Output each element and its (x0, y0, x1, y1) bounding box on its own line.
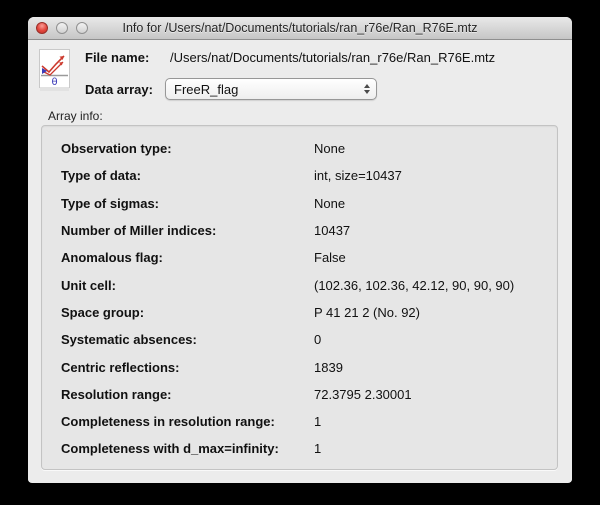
info-row-systematic-absences: Systematic absences: 0 (61, 326, 557, 353)
data-array-row: Data array: FreeR_flag (85, 77, 377, 101)
file-name-value: /Users/nat/Documents/tutorials/ran_r76e/… (170, 50, 495, 65)
mtz-file-icon: θ (38, 48, 71, 94)
info-label: Anomalous flag: (61, 250, 314, 265)
info-row-observation-type: Observation type: None (61, 135, 557, 162)
info-value: int, size=10437 (314, 168, 402, 183)
info-value: 10437 (314, 223, 350, 238)
info-label: Resolution range: (61, 387, 314, 402)
info-label: Observation type: (61, 141, 314, 156)
info-label: Systematic absences: (61, 332, 314, 347)
info-label: Type of sigmas: (61, 196, 314, 211)
info-label: Completeness with d_max=infinity: (61, 441, 314, 456)
info-label: Type of data: (61, 168, 314, 183)
info-row-type-of-sigmas: Type of sigmas: None (61, 190, 557, 217)
window-content: θ File name: /Users/nat/Documents/tutori… (28, 40, 572, 482)
info-row-space-group: Space group: P 41 21 2 (No. 92) (61, 299, 557, 326)
info-label: Number of Miller indices: (61, 223, 314, 238)
array-info-section-label: Array info: (48, 109, 103, 123)
file-name-label: File name: (85, 50, 170, 65)
data-array-label: Data array: (85, 82, 165, 97)
info-value: (102.36, 102.36, 42.12, 90, 90, 90) (314, 278, 514, 293)
info-row-anomalous-flag: Anomalous flag: False (61, 244, 557, 271)
info-value: 1839 (314, 360, 343, 375)
info-label: Centric reflections: (61, 360, 314, 375)
info-value: 1 (314, 414, 321, 429)
info-row-centric-reflections: Centric reflections: 1839 (61, 353, 557, 380)
info-label: Space group: (61, 305, 314, 320)
info-value: None (314, 141, 345, 156)
info-label: Completeness in resolution range: (61, 414, 314, 429)
info-value: 1 (314, 441, 321, 456)
info-row-type-of-data: Type of data: int, size=10437 (61, 162, 557, 189)
info-window: Info for /Users/nat/Documents/tutorials/… (28, 17, 572, 483)
traffic-lights (36, 17, 88, 39)
info-row-completeness-resolution: Completeness in resolution range: 1 (61, 408, 557, 435)
zoom-button[interactable] (76, 22, 88, 34)
info-value: False (314, 250, 346, 265)
minimize-button[interactable] (56, 22, 68, 34)
info-label: Unit cell: (61, 278, 314, 293)
info-value: None (314, 196, 345, 211)
info-row-resolution-range: Resolution range: 72.3795 2.30001 (61, 381, 557, 408)
data-array-select[interactable]: FreeR_flag (165, 78, 377, 100)
titlebar[interactable]: Info for /Users/nat/Documents/tutorials/… (28, 17, 572, 40)
info-row-completeness-dmax: Completeness with d_max=infinity: 1 (61, 435, 557, 462)
info-value: P 41 21 2 (No. 92) (314, 305, 420, 320)
info-value: 72.3795 2.30001 (314, 387, 412, 402)
data-array-selected-value: FreeR_flag (174, 82, 360, 97)
window-title: Info for /Users/nat/Documents/tutorials/… (122, 21, 477, 35)
info-value: 0 (314, 332, 321, 347)
array-info-box: Observation type: None Type of data: int… (41, 125, 558, 470)
close-button[interactable] (36, 22, 48, 34)
info-row-unit-cell: Unit cell: (102.36, 102.36, 42.12, 90, 9… (61, 271, 557, 298)
popup-up-down-arrows-icon (364, 84, 370, 94)
info-row-miller-indices: Number of Miller indices: 10437 (61, 217, 557, 244)
file-name-row: File name: /Users/nat/Documents/tutorial… (85, 47, 495, 67)
svg-text:θ: θ (52, 77, 58, 88)
